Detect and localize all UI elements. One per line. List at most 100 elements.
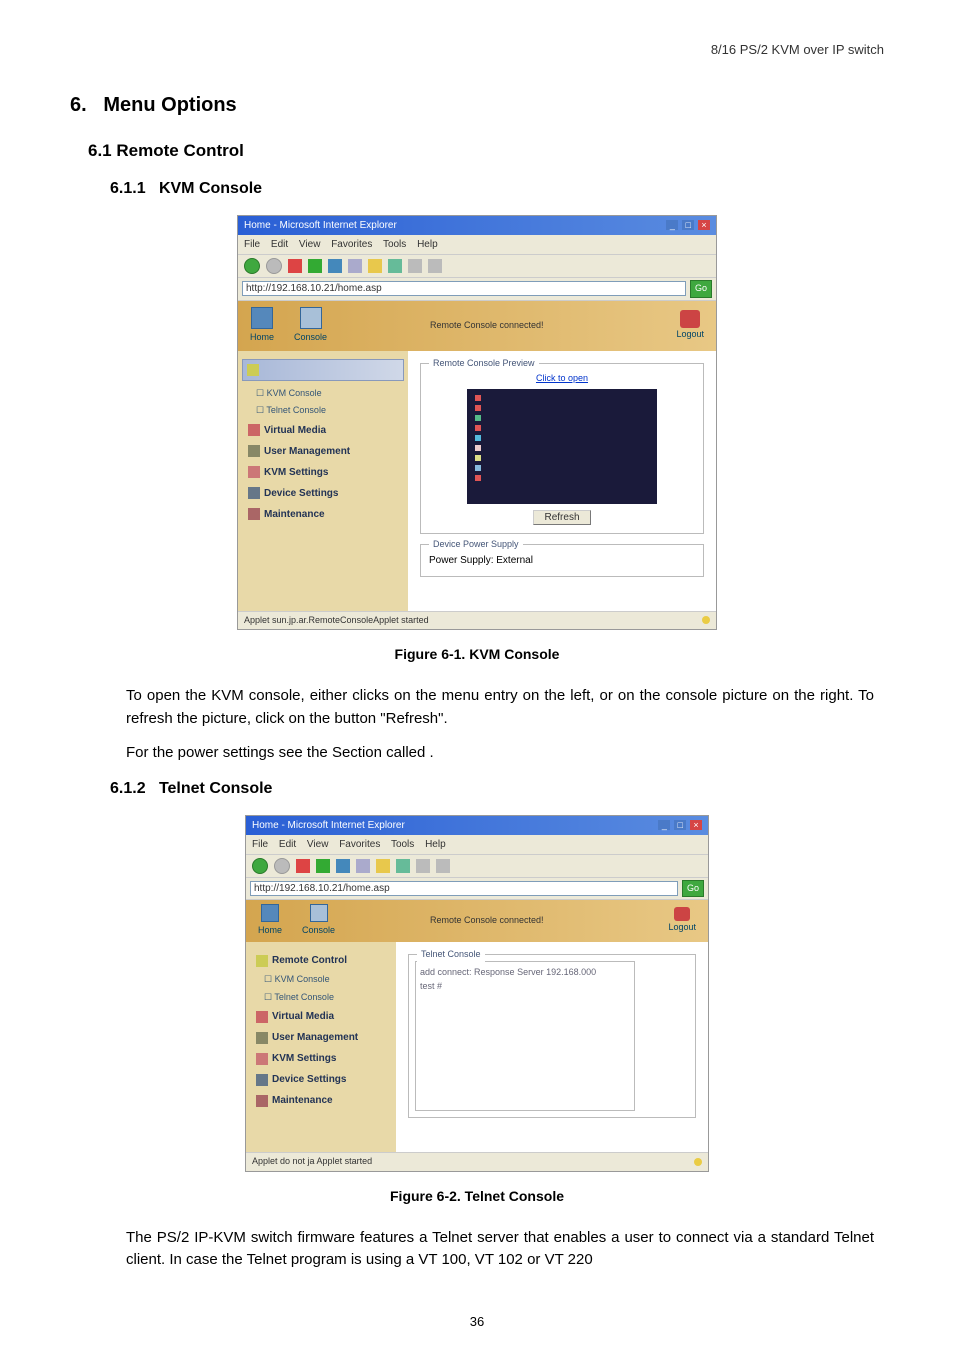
telnet-console-group: Telnet Console add connect: Response Ser… [408, 954, 696, 1118]
maximize-icon[interactable]: □ [682, 220, 694, 230]
search-icon[interactable] [356, 859, 370, 873]
nav-logout[interactable]: Logout [676, 310, 704, 342]
shield-icon [256, 955, 268, 967]
sidebar-label: Device Settings [264, 486, 338, 501]
window-title: Home - Microsoft Internet Explorer [244, 218, 397, 233]
heading-number: 6.1.2 [110, 780, 146, 797]
refresh-icon[interactable] [316, 859, 330, 873]
heading-number: 6. [70, 94, 87, 116]
shield-icon [247, 364, 259, 376]
address-bar: Go [246, 878, 708, 901]
browser-statusbar: Applet do not ja Applet started [246, 1152, 708, 1171]
menu-file[interactable]: File [244, 239, 260, 250]
nav-home-label: Home [258, 924, 282, 938]
sidebar-item-telnet-console[interactable]: ☐ Telnet Console [242, 402, 404, 420]
sidebar-item-user-management[interactable]: User Management [250, 1027, 392, 1048]
menu-tools[interactable]: Tools [391, 839, 414, 850]
click-to-open-link[interactable]: Click to open [429, 372, 695, 386]
minimize-icon[interactable]: _ [666, 220, 678, 230]
console-icon [300, 307, 322, 329]
close-icon[interactable]: × [690, 820, 702, 830]
menu-favorites[interactable]: Favorites [331, 239, 372, 250]
stop-icon[interactable] [296, 859, 310, 873]
nav-console[interactable]: Console [302, 904, 335, 938]
sidebar-item-virtual-media[interactable]: Virtual Media [250, 1006, 392, 1027]
minimize-icon[interactable]: _ [658, 820, 670, 830]
print-icon[interactable] [428, 259, 442, 273]
telnet-line: test # [420, 980, 630, 994]
menu-help[interactable]: Help [417, 239, 438, 250]
stop-icon[interactable] [288, 259, 302, 273]
favorites-icon[interactable] [376, 859, 390, 873]
sidebar-item-user-management[interactable]: User Management [242, 441, 404, 462]
nav-console-label: Console [302, 924, 335, 938]
menu-help[interactable]: Help [425, 839, 446, 850]
device-icon [248, 487, 260, 499]
maximize-icon[interactable]: □ [674, 820, 686, 830]
close-icon[interactable]: × [698, 220, 710, 230]
sidebar-item-telnet-console[interactable]: ☐ Telnet Console [250, 989, 392, 1007]
home-icon[interactable] [336, 859, 350, 873]
screenshot-telnet-console: Home - Microsoft Internet Explorer _ □ ×… [245, 815, 709, 1172]
go-button[interactable]: Go [690, 280, 712, 298]
mail-icon[interactable] [408, 259, 422, 273]
print-icon[interactable] [436, 859, 450, 873]
telnet-terminal[interactable]: add connect: Response Server 192.168.000… [415, 961, 635, 1111]
address-input[interactable] [250, 881, 678, 896]
home-icon[interactable] [328, 259, 342, 273]
history-icon[interactable] [388, 259, 402, 273]
browser-toolbar [238, 255, 716, 278]
app-header: Home Console Remote Console connected! L… [246, 900, 708, 942]
menu-view[interactable]: View [299, 239, 321, 250]
mail-icon[interactable] [416, 859, 430, 873]
back-icon[interactable] [252, 858, 268, 874]
history-icon[interactable] [396, 859, 410, 873]
heading-title: Menu Options [103, 94, 236, 116]
sidebar-item-maintenance[interactable]: Maintenance [242, 504, 404, 525]
paragraph-1: To open the KVM console, either clicks o… [126, 685, 874, 730]
heading-title: Telnet Console [159, 780, 273, 797]
back-icon[interactable] [244, 258, 260, 274]
status-text: Applet sun.jp.ar.RemoteConsoleApplet sta… [244, 614, 429, 628]
console-preview[interactable] [467, 389, 657, 504]
heading-number: 6.1 [88, 141, 112, 160]
nav-home[interactable]: Home [250, 307, 274, 345]
nav-home[interactable]: Home [258, 904, 282, 938]
refresh-button[interactable]: Refresh [533, 510, 590, 525]
nav-console[interactable]: Console [294, 307, 327, 345]
search-icon[interactable] [348, 259, 362, 273]
sidebar-item-maintenance[interactable]: Maintenance [250, 1090, 392, 1111]
status-dot-icon [702, 616, 710, 624]
sidebar-item-kvm-settings[interactable]: KVM Settings [250, 1048, 392, 1069]
forward-icon[interactable] [274, 858, 290, 874]
heading-title: KVM Console [159, 180, 262, 197]
sidebar-label: Virtual Media [272, 1009, 334, 1024]
sidebar-item-kvm-settings[interactable]: KVM Settings [242, 462, 404, 483]
sidebar-item-device-settings[interactable]: Device Settings [250, 1069, 392, 1090]
header-status: Remote Console connected! [430, 914, 544, 928]
sidebar-header [242, 359, 404, 381]
sidebar-item-remote-control[interactable]: Remote Control [250, 950, 392, 971]
logout-icon [674, 907, 690, 921]
menu-tools[interactable]: Tools [383, 239, 406, 250]
forward-icon[interactable] [266, 258, 282, 274]
header-status: Remote Console connected! [430, 319, 544, 333]
menu-view[interactable]: View [307, 839, 329, 850]
sidebar-item-virtual-media[interactable]: Virtual Media [242, 420, 404, 441]
nav-logout[interactable]: Logout [668, 907, 696, 935]
sidebar-item-device-settings[interactable]: Device Settings [242, 483, 404, 504]
sidebar-item-kvm-console[interactable]: ☐ KVM Console [250, 971, 392, 989]
menu-file[interactable]: File [252, 839, 268, 850]
go-button[interactable]: Go [682, 880, 704, 898]
sidebar-item-kvm-console[interactable]: ☐ KVM Console [242, 385, 404, 403]
address-input[interactable] [242, 281, 686, 296]
sidebar-label: Remote Control [272, 953, 347, 968]
sidebar-label: Device Settings [272, 1072, 346, 1087]
menu-favorites[interactable]: Favorites [339, 839, 380, 850]
sidebar-label: Telnet Console [266, 405, 326, 415]
fieldset-legend: Telnet Console [417, 948, 485, 962]
menu-edit[interactable]: Edit [279, 839, 296, 850]
menu-edit[interactable]: Edit [271, 239, 288, 250]
favorites-icon[interactable] [368, 259, 382, 273]
refresh-icon[interactable] [308, 259, 322, 273]
